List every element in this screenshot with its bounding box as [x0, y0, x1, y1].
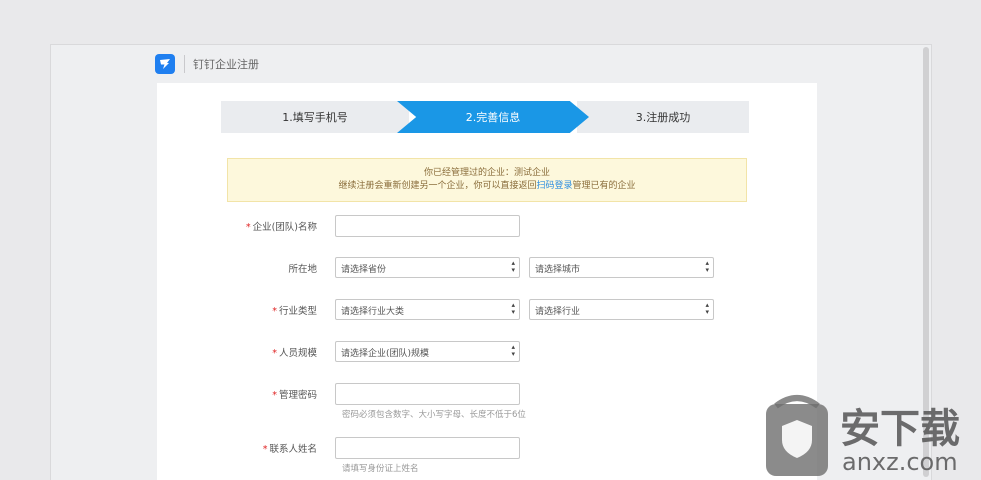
- industry-select[interactable]: 请选择行业 ▴ ▾: [529, 299, 714, 320]
- notice-line-1: 你已经管理过的企业：测试企业: [423, 168, 550, 178]
- window-title: 钉钉企业注册: [193, 58, 259, 71]
- title-separator: [184, 55, 185, 73]
- select-arrows-icon: ▴ ▾: [511, 301, 515, 316]
- required-marker: *: [272, 306, 277, 317]
- registration-panel: 1.填写手机号 3.注册成功 2.完善信息 你已经管理过的企业：测试企业 继续注…: [157, 83, 817, 480]
- company-name-label: 企业(团队)名称: [252, 222, 317, 233]
- step-2-active: 2.完善信息: [397, 101, 589, 133]
- industry-row: * 行业类型 请选择行业大类 ▴ ▾ 请选择行业 ▴ ▾: [157, 299, 817, 321]
- watermark-domain: anxz.com: [842, 448, 958, 476]
- required-marker: *: [262, 444, 268, 455]
- industry-category-select[interactable]: 请选择行业大类 ▴ ▾: [335, 299, 520, 320]
- select-arrows-icon: ▴ ▾: [511, 259, 515, 274]
- staff-size-select[interactable]: 请选择企业(团队)规模 ▴ ▾: [335, 341, 520, 362]
- select-arrows-icon: ▴ ▾: [511, 343, 515, 358]
- password-hint: 密码必须包含数字、大小写字母、长度不低于6位: [342, 410, 526, 420]
- scan-login-link[interactable]: 扫码登录: [536, 181, 572, 191]
- staff-size-row: * 人员规模 请选择企业(团队)规模 ▴ ▾: [157, 341, 817, 363]
- admin-password-label: 管理密码: [278, 390, 317, 401]
- company-name-row: * 企业(团队)名称: [157, 215, 817, 237]
- industry-label: 行业类型: [278, 306, 317, 317]
- location-row: 所在地 请选择省份 ▴ ▾ 请选择城市 ▴ ▾: [157, 257, 817, 279]
- select-arrows-icon: ▴ ▾: [705, 259, 709, 274]
- contact-name-row: * 联系人姓名 请填写身份证上姓名: [157, 437, 817, 474]
- notice-line-2: 继续注册会重新创建另一个企业，你可以直接返回扫码登录管理已有的企业: [338, 181, 636, 191]
- watermark-text: 安下载: [840, 406, 960, 452]
- select-arrows-icon: ▴ ▾: [705, 301, 709, 316]
- step-progress: 1.填写手机号 3.注册成功 2.完善信息: [221, 101, 749, 133]
- dingtalk-logo-icon: [155, 54, 175, 74]
- notice-banner: 你已经管理过的企业：测试企业 继续注册会重新创建另一个企业，你可以直接返回扫码登…: [227, 158, 747, 202]
- required-marker: *: [245, 222, 251, 233]
- contact-name-input[interactable]: [335, 437, 520, 459]
- city-select[interactable]: 请选择城市 ▴ ▾: [529, 257, 714, 278]
- required-marker: *: [272, 348, 277, 359]
- watermark-shield-icon: [766, 395, 828, 476]
- contact-name-hint: 请填写身份证上姓名: [342, 464, 419, 474]
- company-name-input[interactable]: [335, 215, 520, 237]
- province-select[interactable]: 请选择省份 ▴ ▾: [335, 257, 520, 278]
- admin-password-input[interactable]: [335, 383, 520, 405]
- staff-size-label: 人员规模: [278, 348, 317, 359]
- admin-password-row: * 管理密码 密码必须包含数字、大小写字母、长度不低于6位: [157, 383, 817, 420]
- location-label: 所在地: [288, 264, 317, 275]
- contact-name-label: 联系人姓名: [269, 444, 317, 455]
- watermark: 安下载 anxz.com: [762, 392, 981, 480]
- step-1: 1.填写手机号: [221, 101, 409, 133]
- required-marker: *: [272, 390, 277, 401]
- step-3: 3.注册成功: [577, 101, 749, 133]
- title-bar: 钉钉企业注册: [155, 51, 259, 77]
